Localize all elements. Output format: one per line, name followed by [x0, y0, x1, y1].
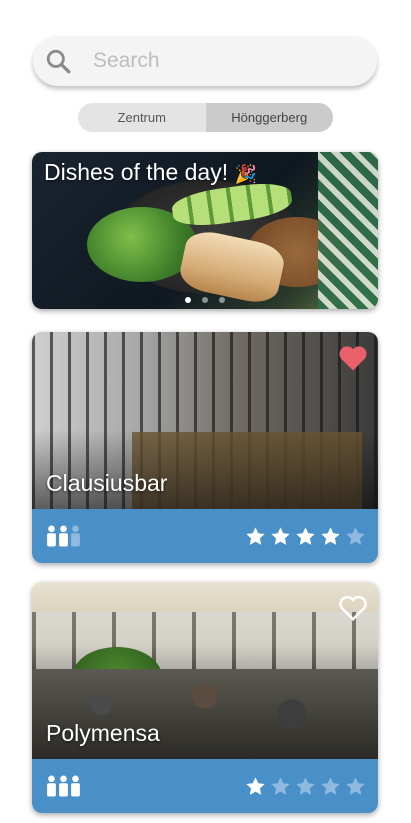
search-icon — [46, 49, 71, 74]
person-icon — [59, 525, 68, 547]
occupancy-indicator — [46, 775, 81, 797]
cafeteria-info-bar — [32, 759, 378, 813]
campus-toggle: Zentrum Hönggerberg — [78, 103, 333, 132]
cafeteria-name: Clausiusbar — [46, 470, 168, 496]
carousel-dot[interactable] — [185, 297, 191, 303]
search-bar[interactable] — [33, 36, 377, 86]
star-icon[interactable] — [320, 526, 341, 547]
person-icon — [71, 775, 80, 797]
cafeteria-card-polymensa[interactable]: Polymensa — [32, 582, 378, 813]
star-icon[interactable] — [295, 776, 316, 797]
carousel-dot[interactable] — [202, 297, 208, 303]
party-popper-icon: 🎉 — [234, 164, 257, 184]
carousel-dot[interactable] — [219, 297, 225, 303]
cafeteria-photo: Polymensa — [32, 582, 378, 759]
star-icon[interactable] — [270, 776, 291, 797]
search-input[interactable] — [91, 48, 335, 74]
person-icon — [47, 775, 56, 797]
star-icon[interactable] — [270, 526, 291, 547]
star-icon[interactable] — [245, 526, 266, 547]
cafeteria-name: Polymensa — [46, 720, 160, 746]
occupancy-indicator — [46, 525, 81, 547]
rating-stars — [245, 776, 366, 797]
star-icon[interactable] — [345, 776, 366, 797]
carousel-indicator — [32, 297, 378, 303]
campus-option-zentrum[interactable]: Zentrum — [78, 103, 206, 132]
person-icon — [59, 775, 68, 797]
cafeteria-card-clausiusbar[interactable]: Clausiusbar — [32, 332, 378, 563]
campus-option-hoenggerberg[interactable]: Hönggerberg — [205, 103, 333, 132]
dish-photo: Dishes of the day! 🎉 — [32, 152, 378, 309]
heart-outline-icon[interactable] — [338, 594, 368, 622]
star-icon[interactable] — [245, 776, 266, 797]
person-icon — [47, 525, 56, 547]
heart-icon[interactable] — [338, 344, 368, 372]
cafeteria-info-bar — [32, 509, 378, 563]
dishes-title: Dishes of the day! 🎉 — [44, 159, 257, 185]
person-icon — [71, 525, 80, 547]
dishes-of-the-day-card[interactable]: Dishes of the day! 🎉 — [32, 152, 378, 309]
star-icon[interactable] — [295, 526, 316, 547]
star-icon[interactable] — [320, 776, 341, 797]
rating-stars — [245, 526, 366, 547]
star-icon[interactable] — [345, 526, 366, 547]
cafeteria-photo: Clausiusbar — [32, 332, 378, 509]
